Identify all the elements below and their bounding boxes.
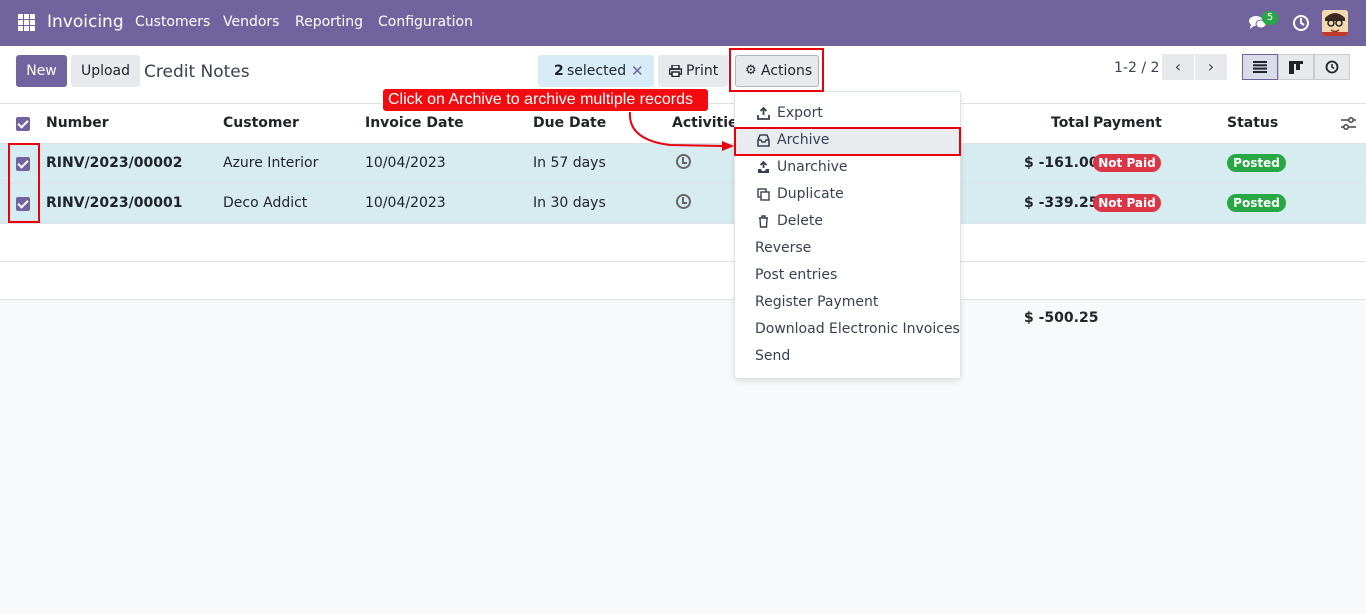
select-all-checkbox[interactable] — [16, 117, 30, 131]
menu-item-register-payment[interactable]: Register Payment — [735, 289, 960, 316]
menu-vendors[interactable]: Vendors — [223, 14, 279, 30]
clear-selection-icon[interactable]: ✕ — [631, 55, 644, 87]
menu-item-label: Send — [755, 348, 791, 364]
menu-item-label: Post entries — [755, 267, 838, 283]
chevron-right-icon: › — [1207, 57, 1215, 76]
kanban-view-icon — [1289, 61, 1303, 74]
selected-label: selected — [567, 63, 627, 79]
menu-item-label: Register Payment — [755, 294, 879, 310]
row-number: RINV/2023/00001 — [46, 195, 183, 211]
payment-badge: Not Paid — [1093, 194, 1161, 212]
selected-count: 2 — [554, 63, 564, 79]
menu-item-label: Export — [777, 105, 823, 121]
menu-item-reverse[interactable]: Reverse — [735, 235, 960, 262]
activity-view-button[interactable] — [1314, 54, 1350, 80]
app-grid-icon[interactable] — [18, 14, 35, 31]
empty-row — [0, 224, 1366, 262]
optional-columns-icon[interactable] — [1341, 117, 1356, 131]
row-customer: Azure Interior — [223, 155, 319, 171]
menu-item-send[interactable]: Send — [735, 343, 960, 370]
print-button[interactable]: Print — [658, 55, 728, 87]
row-due-date: In 57 days — [533, 155, 606, 171]
page-title: Credit Notes — [144, 62, 250, 82]
export-icon — [757, 107, 770, 120]
menu-item-label: Delete — [777, 213, 823, 229]
trash-icon — [759, 215, 768, 228]
menu-item-duplicate[interactable]: Duplicate — [735, 181, 960, 208]
menu-item-label: Duplicate — [777, 186, 844, 202]
menu-item-label: Unarchive — [777, 159, 848, 175]
print-label: Print — [686, 63, 719, 79]
column-due-date[interactable]: Due Date — [533, 115, 606, 131]
column-customer[interactable]: Customer — [223, 115, 299, 131]
row-total: $ -339.25 — [1024, 195, 1099, 211]
menu-item-label: Download Electronic Invoices — [755, 321, 960, 337]
selection-indicator: 2 selected ✕ — [538, 55, 654, 87]
callout-arrow-icon — [628, 111, 734, 151]
menu-item-export[interactable]: Export — [735, 100, 960, 127]
grand-total: $ -500.25 — [1024, 310, 1099, 326]
list-view-icon — [1253, 61, 1267, 73]
menu-item-download-electronic-invoices[interactable]: Download Electronic Invoices — [735, 316, 960, 343]
table-row[interactable]: RINV/2023/00001 Deco Addict 10/04/2023 I… — [0, 184, 1366, 224]
menu-reporting[interactable]: Reporting — [295, 14, 363, 30]
top-navbar: Invoicing Customers Vendors Reporting Co… — [0, 0, 1366, 46]
upload-button[interactable]: Upload — [71, 55, 140, 87]
new-button[interactable]: New — [16, 55, 67, 87]
row-due-date: In 30 days — [533, 195, 606, 211]
column-total[interactable]: Total — [1051, 115, 1089, 131]
kanban-view-button[interactable] — [1278, 54, 1314, 80]
activity-clock-icon[interactable] — [676, 194, 691, 209]
status-badge: Posted — [1227, 154, 1286, 172]
menu-item-unarchive[interactable]: Unarchive — [735, 154, 960, 181]
payment-badge: Not Paid — [1093, 154, 1161, 172]
unarchive-icon — [758, 161, 769, 173]
column-payment[interactable]: Payment — [1093, 115, 1162, 131]
user-avatar[interactable] — [1322, 10, 1348, 36]
column-status[interactable]: Status — [1227, 115, 1278, 131]
activity-clock-icon[interactable] — [676, 154, 691, 169]
menu-item-post-entries[interactable]: Post entries — [735, 262, 960, 289]
menu-item-delete[interactable]: Delete — [735, 208, 960, 235]
row-number: RINV/2023/00002 — [46, 155, 183, 171]
menu-configuration[interactable]: Configuration — [378, 14, 473, 30]
print-icon — [669, 65, 682, 77]
menu-item-label: Reverse — [755, 240, 812, 256]
archive-highlight-box — [734, 127, 961, 156]
avatar-face-icon — [1322, 10, 1348, 36]
pager-next-button[interactable]: › — [1195, 54, 1227, 80]
row-customer: Deco Addict — [223, 195, 308, 211]
chevron-left-icon: ‹ — [1174, 57, 1182, 76]
checkbox-highlight-box — [8, 143, 40, 223]
actions-highlight-box — [729, 48, 824, 92]
menu-customers[interactable]: Customers — [135, 14, 210, 30]
column-invoice-date[interactable]: Invoice Date — [365, 115, 464, 131]
status-badge: Posted — [1227, 194, 1286, 212]
message-count-badge: 5 — [1262, 11, 1278, 25]
pager-previous-button[interactable]: ‹ — [1162, 54, 1194, 80]
activity-clock-icon — [1325, 60, 1339, 74]
instruction-callout: Click on Archive to archive multiple rec… — [382, 88, 709, 112]
column-number[interactable]: Number — [46, 115, 109, 131]
list-view-button[interactable] — [1242, 54, 1278, 80]
duplicate-icon — [757, 188, 770, 201]
row-invoice-date: 10/04/2023 — [365, 195, 446, 211]
pager-value[interactable]: 1-2 / 2 — [1114, 60, 1159, 76]
clock-icon[interactable] — [1292, 14, 1310, 32]
empty-row — [0, 262, 1366, 300]
row-invoice-date: 10/04/2023 — [365, 155, 446, 171]
app-brand[interactable]: Invoicing — [47, 12, 124, 32]
row-total: $ -161.00 — [1024, 155, 1099, 171]
